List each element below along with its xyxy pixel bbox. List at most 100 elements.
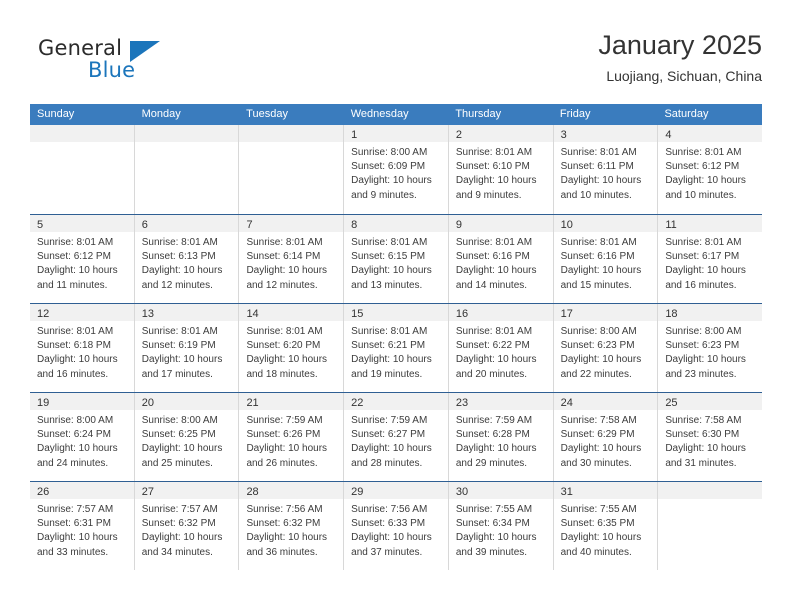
day-number: 12	[37, 308, 50, 320]
day-number-band: 31	[553, 482, 658, 499]
day-number: 2	[455, 129, 462, 141]
day-number: 23	[455, 397, 469, 409]
day-cell[interactable]: 14 Sunrise: 8:01 AM Sunset: 6:20 PM Dayligh…	[238, 304, 344, 392]
day-cell[interactable]: 31 Sunrise: 7:55 AM Sunset: 6:35 PM Dayligh…	[552, 482, 658, 570]
day-cell[interactable]: 2 Sunrise: 8:01 AM Sunset: 6:10 PM Daylight…	[447, 125, 553, 214]
day-number: 20	[141, 397, 154, 409]
day-number: 11	[665, 219, 677, 231]
weekday-tuesday: Tuesday	[246, 108, 288, 120]
daylight-text: Daylight: 10 hours and 12 minutes.	[141, 265, 223, 291]
day-cell[interactable]: 23 Sunrise: 7:59 AM Sunset: 6:28 PM Dayligh…	[447, 393, 553, 481]
daylight-text: Daylight: 10 hours and 19 minutes.	[351, 354, 432, 380]
sunrise-text: Sunrise: 8:01 AM	[351, 326, 428, 337]
day-number: 29	[351, 486, 364, 498]
weekday-saturday: Saturday	[664, 108, 709, 120]
day-cell[interactable]: 7 Sunrise: 8:01 AM Sunset: 6:14 PM Daylight…	[238, 215, 344, 303]
day-cell[interactable]: 30 Sunrise: 7:55 AM Sunset: 6:34 PM Dayligh…	[447, 482, 553, 570]
sunset-text: Sunset: 6:19 PM	[141, 340, 216, 352]
day-cell[interactable]: 29 Sunrise: 7:56 AM Sunset: 6:33 PM Dayligh…	[343, 482, 448, 570]
day-number-band: 21	[239, 393, 344, 410]
day-details: Sunrise: 7:56 AM Sunset: 6:32 PM Daylight:…	[239, 499, 343, 560]
day-number: 25	[665, 397, 678, 409]
day-details: Sunrise: 8:01 AM Sunset: 6:11 PM Daylight:…	[554, 142, 658, 203]
day-cell[interactable]: 25 Sunrise: 7:58 AM Sunset: 6:30 PM Dayligh…	[657, 393, 763, 481]
sunset-text: Sunset: 6:16 PM	[455, 251, 530, 263]
sunset-text: Sunset: 6:25 PM	[141, 429, 216, 441]
day-cell[interactable]: 9 Sunrise: 8:01 AM Sunset: 6:16 PM Daylight…	[447, 215, 553, 303]
sunset-text: Sunset: 6:10 PM	[455, 161, 530, 173]
day-cell[interactable]: 10 Sunrise: 8:01 AM Sunset: 6:16 PM Dayligh…	[552, 215, 658, 303]
sunrise-text: Sunrise: 8:00 AM	[37, 415, 114, 426]
day-details: Sunrise: 8:00 AM Sunset: 6:24 PM Daylight:…	[30, 410, 134, 471]
daylight-text: Daylight: 10 hours and 10 minutes.	[560, 175, 642, 201]
day-details: Sunrise: 8:01 AM Sunset: 6:15 PM Daylight:…	[344, 232, 448, 293]
sunrise-text: Sunrise: 7:58 AM	[665, 415, 742, 426]
sunrise-text: Sunrise: 8:00 AM	[351, 147, 428, 158]
daylight-text: Daylight: 10 hours and 9 minutes.	[455, 175, 537, 201]
day-cell[interactable]: 3 Sunrise: 8:01 AM Sunset: 6:11 PM Daylight…	[552, 125, 658, 214]
day-number-band: 11	[658, 215, 763, 232]
page-header: General Blue January 2025 Luojiang, Sich…	[30, 28, 762, 90]
sunrise-text: Sunrise: 8:01 AM	[665, 147, 742, 158]
day-cell[interactable]: 16 Sunrise: 8:01 AM Sunset: 6:22 PM Dayligh…	[447, 304, 553, 392]
day-number-band	[30, 125, 134, 142]
day-number-band: 26	[30, 482, 134, 499]
sunrise-text: Sunrise: 7:55 AM	[560, 504, 637, 515]
daylight-text: Daylight: 10 hours and 22 minutes.	[560, 354, 642, 380]
daylight-text: Daylight: 10 hours and 17 minutes.	[141, 354, 223, 380]
day-cell[interactable]: 19 Sunrise: 8:00 AM Sunset: 6:24 PM Dayligh…	[30, 393, 134, 481]
sunset-text: Sunset: 6:09 PM	[351, 161, 426, 173]
day-cell[interactable]: 20 Sunrise: 8:00 AM Sunset: 6:25 PM Dayligh…	[133, 393, 239, 481]
day-number: 5	[37, 219, 44, 231]
daylight-text: Daylight: 10 hours and 9 minutes.	[351, 175, 432, 201]
day-number-band: 1	[344, 125, 448, 142]
day-cell[interactable]: 11 Sunrise: 8:01 AM Sunset: 6:17 PM Dayligh…	[657, 215, 763, 303]
day-cell[interactable]: 5 Sunrise: 8:01 AM Sunset: 6:12 PM Daylight…	[30, 215, 134, 303]
daylight-text: Daylight: 10 hours and 40 minutes.	[560, 532, 642, 558]
day-cell[interactable]: 15 Sunrise: 8:01 AM Sunset: 6:21 PM Dayligh…	[343, 304, 448, 392]
day-cell-empty	[238, 125, 344, 214]
day-number: 27	[141, 486, 154, 498]
sunrise-text: Sunrise: 8:01 AM	[560, 237, 637, 248]
day-cell[interactable]: 17 Sunrise: 8:00 AM Sunset: 6:23 PM Dayligh…	[552, 304, 658, 392]
daylight-text: Daylight: 10 hours and 29 minutes.	[455, 443, 537, 469]
sunrise-text: Sunrise: 8:01 AM	[37, 237, 114, 248]
day-cell-empty	[657, 482, 763, 570]
day-cell[interactable]: 1 Sunrise: 8:00 AM Sunset: 6:09 PM Daylight…	[343, 125, 448, 214]
day-number: 14	[246, 308, 259, 320]
day-cell[interactable]: 8 Sunrise: 8:01 AM Sunset: 6:15 PM Daylight…	[343, 215, 448, 303]
day-cell[interactable]: 6 Sunrise: 8:01 AM Sunset: 6:13 PM Daylight…	[133, 215, 239, 303]
day-number-band: 29	[344, 482, 448, 499]
sunset-text: Sunset: 6:12 PM	[37, 251, 111, 263]
day-cell[interactable]: 13 Sunrise: 8:01 AM Sunset: 6:19 PM Dayligh…	[133, 304, 239, 392]
day-number: 26	[37, 486, 50, 498]
day-details: Sunrise: 7:59 AM Sunset: 6:27 PM Daylight:…	[344, 410, 448, 471]
day-cell[interactable]: 18 Sunrise: 8:00 AM Sunset: 6:23 PM Dayligh…	[657, 304, 763, 392]
day-cell[interactable]: 28 Sunrise: 7:56 AM Sunset: 6:32 PM Dayligh…	[238, 482, 344, 570]
day-cell[interactable]: 24 Sunrise: 7:58 AM Sunset: 6:29 PM Dayligh…	[552, 393, 658, 481]
day-number-band: 6	[134, 215, 239, 232]
sunrise-text: Sunrise: 7:58 AM	[560, 415, 637, 426]
day-cell[interactable]: 27 Sunrise: 7:57 AM Sunset: 6:32 PM Dayligh…	[133, 482, 239, 570]
day-cell[interactable]: 21 Sunrise: 7:59 AM Sunset: 6:26 PM Dayligh…	[238, 393, 344, 481]
day-cell[interactable]: 12 Sunrise: 8:01 AM Sunset: 6:18 PM Dayligh…	[30, 304, 134, 392]
day-details: Sunrise: 7:57 AM Sunset: 6:31 PM Daylight:…	[30, 499, 134, 560]
day-cell[interactable]: 26 Sunrise: 7:57 AM Sunset: 6:31 PM Dayligh…	[30, 482, 134, 570]
sunrise-text: Sunrise: 7:59 AM	[351, 415, 428, 426]
daylight-text: Daylight: 10 hours and 12 minutes.	[246, 265, 328, 291]
day-number: 13	[141, 308, 154, 320]
sunset-text: Sunset: 6:33 PM	[351, 518, 426, 530]
sunset-text: Sunset: 6:17 PM	[665, 251, 740, 263]
day-details: Sunrise: 8:01 AM Sunset: 6:18 PM Daylight:…	[30, 321, 134, 382]
day-details: Sunrise: 8:01 AM Sunset: 6:10 PM Daylight:…	[449, 142, 553, 203]
day-details: Sunrise: 7:56 AM Sunset: 6:33 PM Daylight:…	[344, 499, 448, 560]
sunrise-text: Sunrise: 7:56 AM	[246, 504, 323, 515]
day-number-band: 24	[553, 393, 658, 410]
calendar-weeks: 1 Sunrise: 8:00 AM Sunset: 6:09 PM Daylight…	[30, 125, 763, 570]
day-details: Sunrise: 8:01 AM Sunset: 6:16 PM Daylight:…	[554, 232, 658, 293]
day-cell[interactable]: 4 Sunrise: 8:01 AM Sunset: 6:12 PM Daylight…	[657, 125, 763, 214]
day-cell[interactable]: 22 Sunrise: 7:59 AM Sunset: 6:27 PM Dayligh…	[343, 393, 448, 481]
day-number: 18	[665, 308, 678, 320]
day-number: 8	[351, 219, 358, 231]
sunrise-text: Sunrise: 7:59 AM	[455, 415, 533, 426]
